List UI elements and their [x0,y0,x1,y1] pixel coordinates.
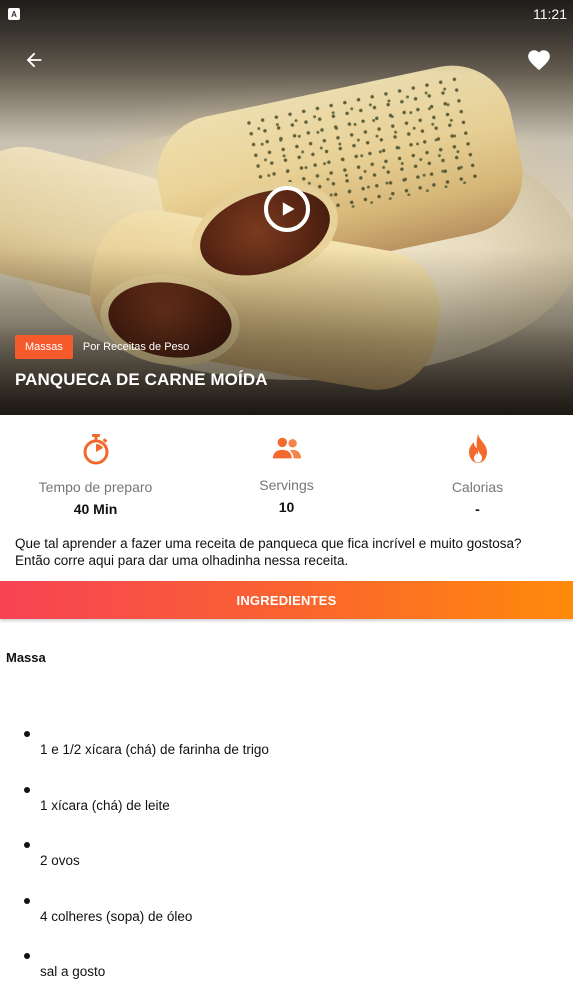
flame-icon [463,433,493,465]
list-item: 2 ovos [0,836,573,892]
tab-label: INGREDIENTES [236,592,337,608]
ingredient-list: 1 e 1/2 xícara (chá) de farinha de trigo… [0,725,573,1003]
play-video-button[interactable] [264,186,310,232]
favorite-button[interactable] [523,44,555,76]
bullet-icon [24,731,30,737]
stat-value: 10 [278,499,295,515]
status-time: 11:21 [533,6,567,22]
ingredient-text: 4 colheres (sopa) de óleo [40,908,193,924]
list-item: sal a gosto [0,947,573,1003]
arrow-left-icon [26,52,42,68]
stat-prep-time: Tempo de preparo 40 Min [0,415,191,517]
stat-calories: Calorias - [382,415,573,517]
stopwatch-icon [81,433,111,465]
stat-label: Calorias [451,479,504,495]
people-icon [272,433,302,463]
recipe-title: PANQUECA DE CARNE MOÍDA [15,370,268,389]
bullet-icon [24,953,30,959]
app-notification-icon: A [8,8,20,20]
section-heading: Massa [6,650,46,665]
list-item: 4 colheres (sopa) de óleo [0,892,573,948]
author-label: Por Receitas de Peso [82,341,190,353]
list-item: 1 e 1/2 xícara (chá) de farinha de trigo [0,725,573,781]
recipe-meta: Massas Por Receitas de Peso [15,335,189,359]
stat-value: 40 Min [73,501,118,517]
ingredient-text: 1 xícara (chá) de leite [40,797,170,813]
status-bar: A 11:21 [0,0,573,28]
stat-label: Servings [259,477,314,493]
heart-icon [528,50,550,71]
tab-ingredients[interactable]: INGREDIENTES [0,581,573,619]
bullet-icon [24,897,30,904]
ingredient-text: 1 e 1/2 xícara (chá) de farinha de trigo [40,742,269,757]
back-button[interactable] [18,44,50,76]
stat-value: - [475,501,480,517]
category-badge[interactable]: Massas [15,335,73,359]
bullet-icon [24,786,30,793]
ingredient-text: 2 ovos [40,853,80,868]
stat-label: Tempo de preparo [38,479,153,495]
ingredient-text: sal a gosto [40,964,106,979]
list-item: 1 xícara (chá) de leite [0,781,573,837]
recipe-stats: Tempo de preparo 40 Min Servings 10 Calo… [0,415,573,517]
bullet-icon [24,842,30,848]
play-icon [282,202,295,216]
recipe-description: Que tal aprender a fazer uma receita de … [15,536,522,568]
stat-servings: Servings 10 [191,415,382,515]
